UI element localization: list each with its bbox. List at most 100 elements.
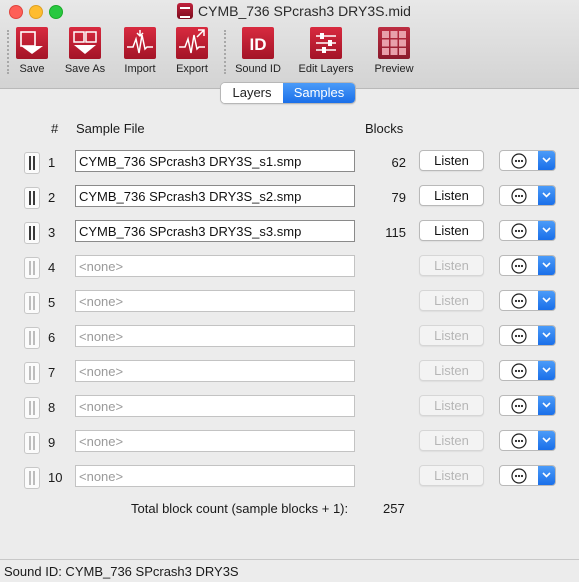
sample-actions-popup[interactable] <box>499 360 556 381</box>
listen-button[interactable]: Listen <box>419 255 484 276</box>
more-icon <box>511 258 527 274</box>
row-number: 3 <box>48 225 56 240</box>
listen-button[interactable]: Listen <box>419 220 484 241</box>
zoom-window-button[interactable] <box>49 5 63 19</box>
sample-file-field[interactable] <box>75 185 355 207</box>
minimize-window-button[interactable] <box>29 5 43 19</box>
drag-handle[interactable] <box>24 467 40 489</box>
edit-layers-label: Edit Layers <box>298 63 354 75</box>
table-row: 10 Listen <box>0 465 579 491</box>
drag-handle[interactable] <box>24 397 40 419</box>
sample-actions-popup[interactable] <box>499 430 556 451</box>
more-icon <box>511 293 527 309</box>
drag-handle[interactable] <box>24 152 40 174</box>
sample-actions-popup[interactable] <box>499 220 556 241</box>
listen-button[interactable]: Listen <box>419 325 484 346</box>
sample-file-field[interactable] <box>75 465 355 487</box>
app-window: CYMB_736 SPcrash3 DRY3S.mid Save Save As… <box>0 0 579 582</box>
toolbar-separator <box>224 30 226 74</box>
import-button[interactable]: Import <box>110 27 170 79</box>
row-number: 10 <box>48 470 63 485</box>
sample-actions-popup[interactable] <box>499 325 556 346</box>
preview-icon <box>378 27 410 59</box>
table-row: 7 Listen <box>0 360 579 386</box>
drag-handle[interactable] <box>24 187 40 209</box>
sample-actions-popup[interactable] <box>499 185 556 206</box>
close-window-button[interactable] <box>9 5 23 19</box>
block-count: 79 <box>391 190 406 205</box>
listen-button[interactable]: Listen <box>419 290 484 311</box>
listen-button[interactable]: Listen <box>419 150 484 171</box>
export-icon <box>176 27 208 59</box>
row-number: 1 <box>48 155 56 170</box>
sample-actions-popup[interactable] <box>499 150 556 171</box>
more-icon <box>511 398 527 414</box>
more-icon <box>511 363 527 379</box>
total-block-count-value: 257 <box>383 501 405 516</box>
table-row: 3 115 Listen <box>0 220 579 246</box>
sample-file-field[interactable] <box>75 290 355 312</box>
listen-button[interactable]: Listen <box>419 395 484 416</box>
sample-file-field[interactable] <box>75 325 355 347</box>
drag-handle[interactable] <box>24 292 40 314</box>
drag-handle[interactable] <box>24 432 40 454</box>
document-icon <box>177 3 193 19</box>
sound-id-button[interactable]: ID Sound ID <box>228 27 288 79</box>
save-button[interactable]: Save <box>2 27 62 79</box>
listen-button[interactable]: Listen <box>419 430 484 451</box>
sample-file-field[interactable] <box>75 220 355 242</box>
tab-samples[interactable]: Samples <box>283 83 355 103</box>
sample-actions-popup[interactable] <box>499 255 556 276</box>
table-row: 2 79 Listen <box>0 185 579 211</box>
drag-handle[interactable] <box>24 257 40 279</box>
status-bar: Sound ID: CYMB_736 SPcrash3 DRY3S <box>0 559 579 582</box>
sample-file-field[interactable] <box>75 360 355 382</box>
sample-actions-popup[interactable] <box>499 465 556 486</box>
chevron-down-icon <box>538 326 555 345</box>
listen-button[interactable]: Listen <box>419 185 484 206</box>
listen-button[interactable]: Listen <box>419 360 484 381</box>
table-row: 5 Listen <box>0 290 579 316</box>
preview-button[interactable]: Preview <box>364 27 424 79</box>
tab-layers[interactable]: Layers <box>221 83 283 103</box>
sound-id-icon: ID <box>242 27 274 59</box>
row-number: 7 <box>48 365 56 380</box>
sample-file-field[interactable] <box>75 150 355 172</box>
table-row: 8 Listen <box>0 395 579 421</box>
sound-id-label: Sound ID <box>235 63 281 75</box>
chevron-down-icon <box>538 361 555 380</box>
sample-file-field[interactable] <box>75 255 355 277</box>
chevron-down-icon <box>538 221 555 240</box>
export-button[interactable]: Export <box>162 27 222 79</box>
more-icon <box>511 153 527 169</box>
sample-actions-popup[interactable] <box>499 395 556 416</box>
chevron-down-icon <box>538 151 555 170</box>
row-number: 5 <box>48 295 56 310</box>
block-count: 62 <box>391 155 406 170</box>
table-row: 9 Listen <box>0 430 579 456</box>
row-number: 6 <box>48 330 56 345</box>
sample-actions-popup[interactable] <box>499 290 556 311</box>
chevron-down-icon <box>538 256 555 275</box>
sample-file-field[interactable] <box>75 395 355 417</box>
save-icon <box>16 27 48 59</box>
preview-label: Preview <box>374 63 414 75</box>
drag-handle[interactable] <box>24 222 40 244</box>
row-number: 4 <box>48 260 56 275</box>
drag-handle[interactable] <box>24 362 40 384</box>
listen-button[interactable]: Listen <box>419 465 484 486</box>
chevron-down-icon <box>538 396 555 415</box>
drag-handle[interactable] <box>24 327 40 349</box>
column-header-number: # <box>51 121 59 136</box>
more-icon <box>511 328 527 344</box>
save-as-button[interactable]: Save As <box>55 27 115 79</box>
more-icon <box>511 433 527 449</box>
view-tabs: Layers Samples <box>220 82 356 104</box>
row-number: 8 <box>48 400 56 415</box>
import-icon <box>124 27 156 59</box>
more-icon <box>511 468 527 484</box>
sample-file-field[interactable] <box>75 430 355 452</box>
table-row: 6 Listen <box>0 325 579 351</box>
edit-layers-button[interactable]: Edit Layers <box>296 27 356 79</box>
chevron-down-icon <box>538 186 555 205</box>
